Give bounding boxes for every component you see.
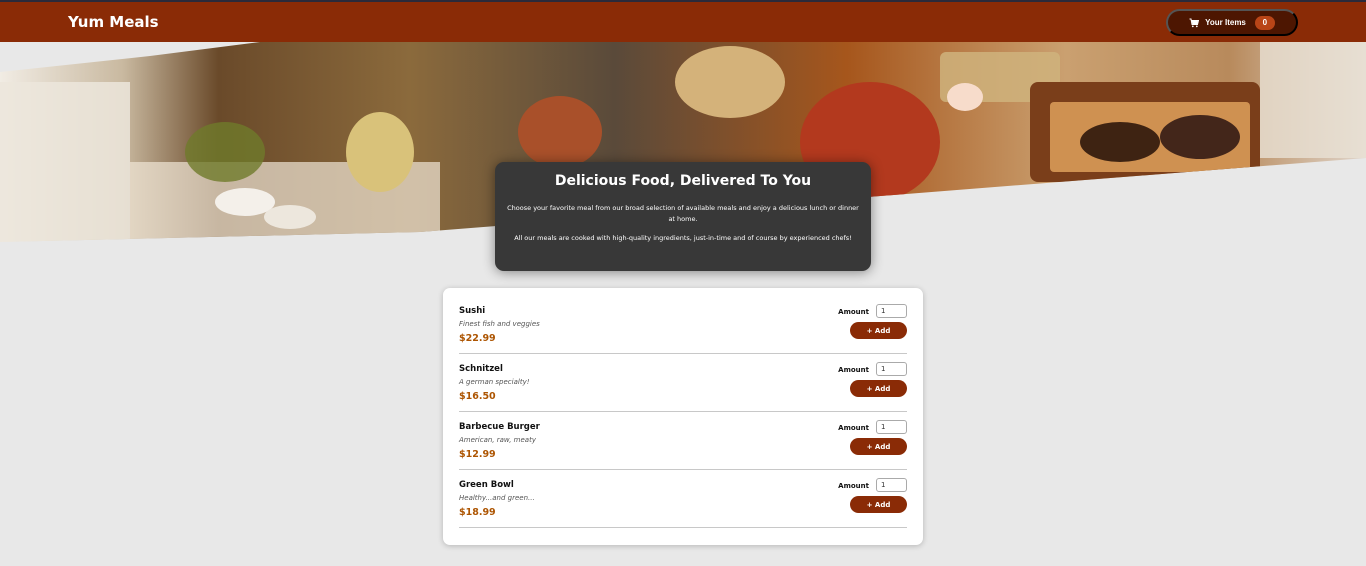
amount-label: Amount bbox=[838, 308, 869, 316]
meal-description: American, raw, meaty bbox=[459, 436, 536, 444]
meal-description: Healthy...and green... bbox=[459, 494, 535, 502]
meal-name: Green Bowl bbox=[459, 480, 514, 490]
meal-price: $16.50 bbox=[459, 391, 496, 402]
meal-item-green-bowl: Green Bowl Healthy...and green... $18.99… bbox=[459, 470, 907, 528]
meal-item-schnitzel: Schnitzel A german specialty! $16.50 Amo… bbox=[459, 354, 907, 412]
intro-card: Delicious Food, Delivered To You Choose … bbox=[495, 162, 871, 271]
meal-name: Sushi bbox=[459, 306, 486, 316]
cart-button[interactable]: Your Items 0 bbox=[1166, 9, 1298, 36]
cart-label: Your Items bbox=[1205, 18, 1246, 27]
meal-price: $12.99 bbox=[459, 449, 496, 460]
amount-input[interactable] bbox=[876, 362, 907, 376]
meal-item-barbecue-burger: Barbecue Burger American, raw, meaty $12… bbox=[459, 412, 907, 470]
cart-count-badge: 0 bbox=[1254, 15, 1275, 30]
add-button[interactable]: + Add bbox=[850, 322, 907, 339]
meal-description: Finest fish and veggies bbox=[459, 320, 540, 328]
meals-list: Sushi Finest fish and veggies $22.99 Amo… bbox=[443, 288, 923, 545]
add-button[interactable]: + Add bbox=[850, 438, 907, 455]
intro-heading: Delicious Food, Delivered To You bbox=[554, 173, 812, 189]
amount-input[interactable] bbox=[876, 478, 907, 492]
amount-label: Amount bbox=[838, 482, 869, 490]
header: Yum Meals Your Items 0 bbox=[0, 2, 1366, 42]
meal-price: $18.99 bbox=[459, 507, 496, 518]
amount-label: Amount bbox=[838, 424, 869, 432]
amount-input[interactable] bbox=[876, 420, 907, 434]
amount-label: Amount bbox=[838, 366, 869, 374]
meal-name: Barbecue Burger bbox=[459, 422, 540, 432]
amount-input[interactable] bbox=[876, 304, 907, 318]
add-button[interactable]: + Add bbox=[850, 496, 907, 513]
intro-paragraph-2: All our meals are cooked with high-quali… bbox=[514, 234, 852, 242]
meal-item-sushi: Sushi Finest fish and veggies $22.99 Amo… bbox=[459, 296, 907, 354]
meal-name: Schnitzel bbox=[459, 364, 503, 374]
shopping-cart-icon bbox=[1189, 18, 1200, 28]
intro-paragraph-1: Choose your favorite meal from our broad… bbox=[507, 204, 859, 223]
brand-title: Yum Meals bbox=[68, 13, 159, 31]
add-button[interactable]: + Add bbox=[850, 380, 907, 397]
meal-description: A german specialty! bbox=[459, 378, 530, 386]
meal-price: $22.99 bbox=[459, 333, 496, 344]
